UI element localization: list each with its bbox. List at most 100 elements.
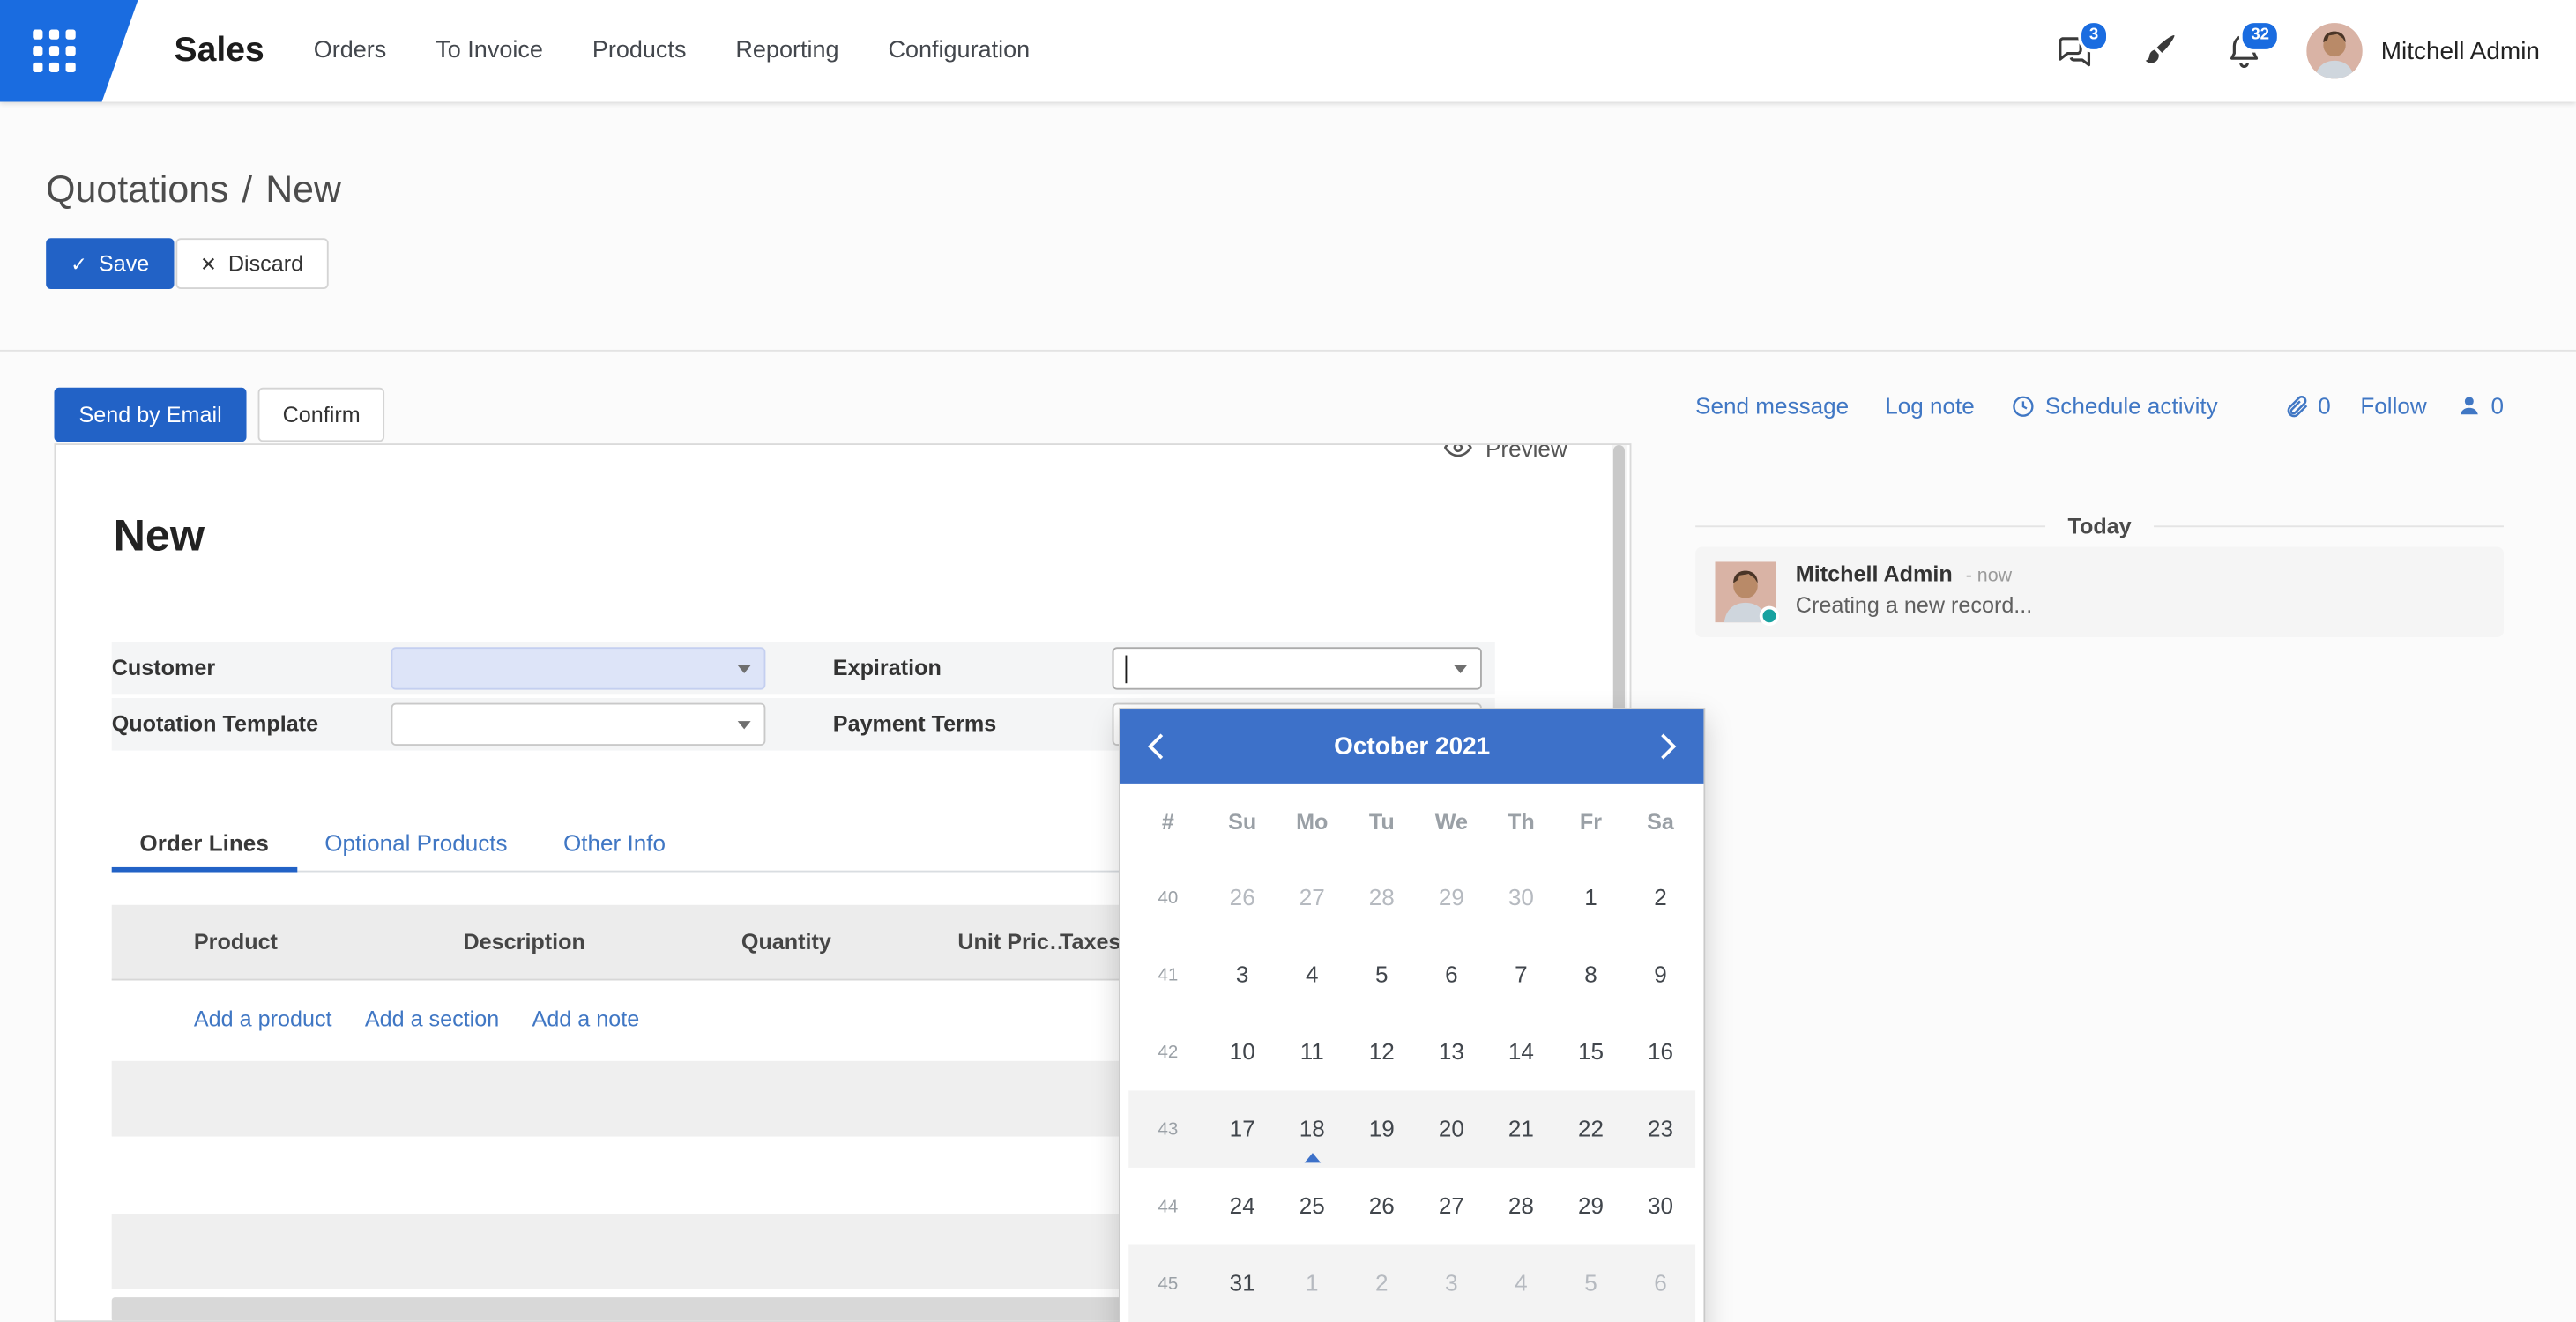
calendar-day[interactable]: 3 <box>1208 936 1277 1014</box>
column-quantity[interactable]: Quantity <box>637 905 831 981</box>
calendar-day[interactable]: 27 <box>1417 1168 1486 1245</box>
quotation-template-field[interactable] <box>391 703 766 746</box>
calendar-day[interactable]: 1 <box>1277 1245 1347 1322</box>
calendar-day[interactable]: 24 <box>1208 1168 1277 1245</box>
calendar-day[interactable]: 30 <box>1486 859 1556 937</box>
calendar-day[interactable]: 29 <box>1417 859 1486 937</box>
follower-count: 0 <box>2490 392 2504 419</box>
datepicker-title[interactable]: October 2021 <box>1334 732 1490 761</box>
calendar-day[interactable]: 12 <box>1347 1014 1417 1091</box>
send-by-email-button[interactable]: Send by Email <box>54 388 246 442</box>
breadcrumb: Quotations/New <box>46 167 341 212</box>
text-cursor <box>1125 656 1127 684</box>
navbar-right: 3 32 <box>2051 0 2540 102</box>
calendar-day[interactable]: 5 <box>1556 1245 1626 1322</box>
column-unit-price[interactable]: Unit Pric… <box>848 905 1071 981</box>
calendar-day[interactable]: 23 <box>1626 1090 1695 1168</box>
top-navbar: Sales Orders To Invoice Products Reporti… <box>0 0 2576 102</box>
activities-button[interactable] <box>2136 28 2182 74</box>
discard-button[interactable]: ✕ Discard <box>175 238 328 289</box>
save-button[interactable]: ✓ Save <box>46 238 174 289</box>
calendar-day[interactable]: 20 <box>1417 1090 1486 1168</box>
menu-reporting[interactable]: Reporting <box>735 38 838 64</box>
tab-optional-products[interactable]: Optional Products <box>297 818 536 872</box>
calendar-day[interactable]: 10 <box>1208 1014 1277 1091</box>
expiration-field[interactable] <box>1113 647 1482 689</box>
tab-other-info[interactable]: Other Info <box>535 818 693 872</box>
week-number: 41 <box>1128 965 1207 984</box>
send-message-button[interactable]: Send message <box>1695 392 1849 419</box>
weekday-label: Th <box>1486 809 1556 834</box>
calendar-day[interactable]: 7 <box>1486 936 1556 1014</box>
chevron-right-icon[interactable] <box>1650 733 1676 759</box>
apps-grid-icon <box>33 30 75 72</box>
calendar-day[interactable]: 16 <box>1626 1014 1695 1091</box>
column-description[interactable]: Description <box>464 905 585 981</box>
column-product[interactable]: Product <box>194 905 278 981</box>
menu-to-invoice[interactable]: To Invoice <box>436 38 543 64</box>
calendar-day[interactable]: 19 <box>1347 1090 1417 1168</box>
notifications-button[interactable]: 32 <box>2222 28 2267 74</box>
follow-button[interactable]: Follow <box>2360 392 2426 419</box>
followers-button[interactable]: 0 <box>2456 392 2504 419</box>
calendar-day[interactable]: 4 <box>1486 1245 1556 1322</box>
dropdown-caret-icon[interactable] <box>1454 665 1467 673</box>
calendar-day[interactable]: 26 <box>1347 1168 1417 1245</box>
calendar-day[interactable]: 15 <box>1556 1014 1626 1091</box>
calendar-day[interactable]: 17 <box>1208 1090 1277 1168</box>
calendar-day[interactable]: 4 <box>1277 936 1347 1014</box>
calendar-day[interactable]: 11 <box>1277 1014 1347 1091</box>
calendar-day[interactable]: 5 <box>1347 936 1417 1014</box>
apps-menu-button[interactable] <box>0 0 138 102</box>
confirm-button[interactable]: Confirm <box>258 388 385 442</box>
app-name[interactable]: Sales <box>175 31 264 71</box>
user-menu[interactable]: Mitchell Admin <box>2307 23 2540 78</box>
calendar-day[interactable]: 25 <box>1277 1168 1347 1245</box>
calendar-day[interactable]: 26 <box>1208 859 1277 937</box>
paperclip-icon <box>2283 392 2310 419</box>
breadcrumb-quotations[interactable]: Quotations <box>46 167 228 210</box>
calendar-day[interactable]: 8 <box>1556 936 1626 1014</box>
calendar-day[interactable]: 2 <box>1626 859 1695 937</box>
tab-order-lines[interactable]: Order Lines <box>112 818 297 872</box>
calendar-day[interactable]: 22 <box>1556 1090 1626 1168</box>
menu-orders[interactable]: Orders <box>314 38 387 64</box>
calendar-day[interactable]: 6 <box>1417 936 1486 1014</box>
calendar-day[interactable]: 27 <box>1277 859 1347 937</box>
attachments-button[interactable]: 0 <box>2283 392 2331 419</box>
calendar-day[interactable]: 9 <box>1626 936 1695 1014</box>
column-taxes[interactable]: Taxes <box>1060 905 1120 981</box>
add-a-product-link[interactable]: Add a product <box>194 1006 332 1030</box>
calendar-day[interactable]: 13 <box>1417 1014 1486 1091</box>
calendar-day[interactable]: 31 <box>1208 1245 1277 1322</box>
add-a-note-link[interactable]: Add a note <box>532 1006 640 1030</box>
breadcrumb-separator: / <box>242 167 252 210</box>
dropdown-caret-icon[interactable] <box>738 721 751 729</box>
menu-configuration[interactable]: Configuration <box>888 38 1030 64</box>
calendar-day[interactable]: 1 <box>1556 859 1626 937</box>
customer-field[interactable] <box>391 647 766 689</box>
dropdown-caret-icon[interactable] <box>738 665 751 673</box>
preview-button[interactable]: Preview <box>1444 443 1567 461</box>
calendar-week-row: 43 17 18 19 20 21 22 23 <box>1128 1090 1695 1168</box>
message-author[interactable]: Mitchell Admin <box>1796 561 1953 586</box>
messages-badge: 3 <box>2078 19 2110 52</box>
menu-products[interactable]: Products <box>592 38 687 64</box>
calendar-day[interactable]: 2 <box>1347 1245 1417 1322</box>
messages-button[interactable]: 3 <box>2051 28 2096 74</box>
add-a-section-link[interactable]: Add a section <box>365 1006 499 1030</box>
schedule-activity-button[interactable]: Schedule activity <box>2011 392 2218 419</box>
calendar-day[interactable]: 3 <box>1417 1245 1486 1322</box>
calendar-day[interactable]: 21 <box>1486 1090 1556 1168</box>
calendar-day[interactable]: 28 <box>1347 859 1417 937</box>
log-note-button[interactable]: Log note <box>1885 392 1975 419</box>
calendar-day-today[interactable]: 18 <box>1277 1090 1347 1168</box>
calendar-day[interactable]: 29 <box>1556 1168 1626 1245</box>
calendar-day[interactable]: 6 <box>1626 1245 1695 1322</box>
chevron-left-icon[interactable] <box>1148 733 1173 759</box>
calendar-day[interactable]: 30 <box>1626 1168 1695 1245</box>
calendar-day[interactable]: 14 <box>1486 1014 1556 1091</box>
quotation-template-label: Quotation Template <box>112 698 318 751</box>
calendar-day[interactable]: 28 <box>1486 1168 1556 1245</box>
close-icon: ✕ <box>200 254 217 273</box>
